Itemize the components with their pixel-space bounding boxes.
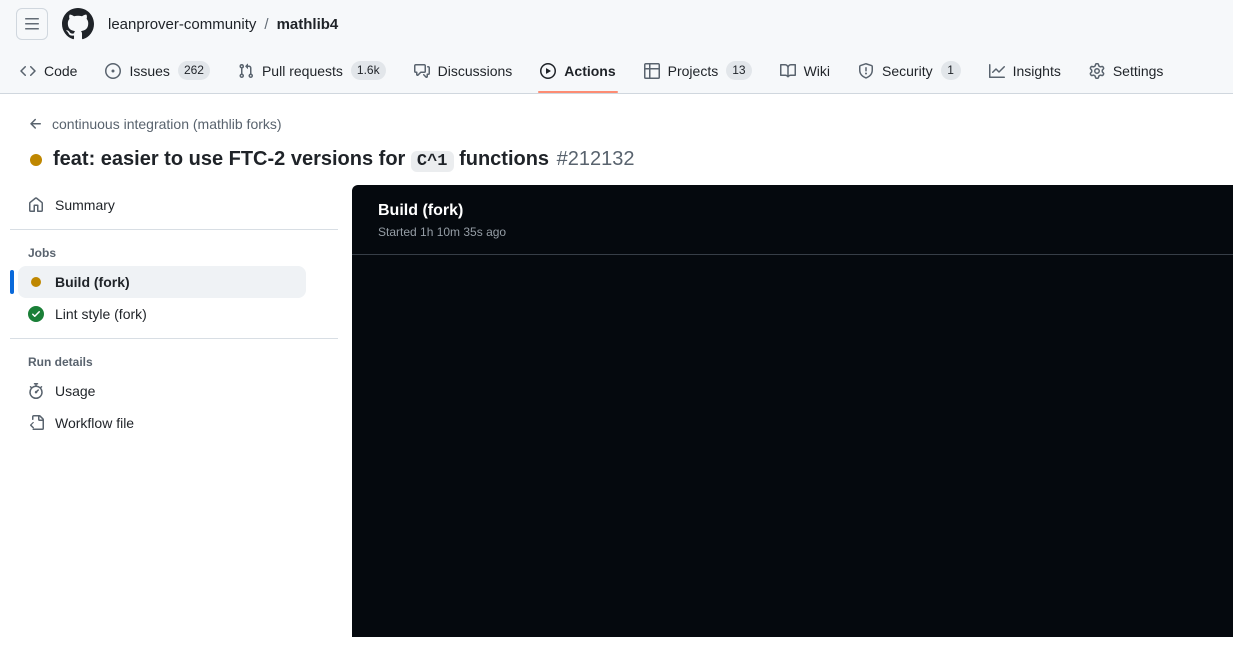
pull-requests-counter-badge: 1.6k (350, 61, 386, 80)
sidebar-item-label: Workflow file (55, 415, 135, 431)
hamburger-menu-button[interactable] (16, 8, 48, 40)
jobs-heading: Jobs (28, 246, 57, 260)
three-bars-icon (24, 16, 40, 32)
tab-projects[interactable]: Projects 13 (634, 48, 762, 93)
run-header: continuous integration (mathlib forks) f… (0, 94, 1233, 185)
git-pull-request-icon (238, 63, 254, 79)
job-label: Build (fork) (55, 274, 130, 290)
breadcrumb-repo-link[interactable]: mathlib4 (277, 16, 339, 33)
selected-job-indicator (10, 270, 14, 294)
log-started-timestamp: Started 1h 10m 35s ago (378, 225, 507, 239)
stopwatch-icon (28, 383, 44, 399)
in-progress-dot-icon (31, 277, 41, 287)
tab-label: Actions (564, 62, 616, 79)
repo-tab-nav: Code Issues 262 Pull requests 1.6k Discu… (0, 48, 1233, 94)
tab-label: Projects (667, 62, 719, 79)
security-counter-badge: 1 (940, 61, 961, 80)
job-item-wrap: Lint style (fork) (10, 298, 306, 330)
sidebar-item-label: Usage (55, 383, 96, 399)
sidebar-job-build-fork[interactable]: Build (fork) (18, 266, 306, 298)
file-code-icon (28, 415, 44, 431)
tab-security[interactable]: Security 1 (848, 48, 971, 93)
run-title-row: feat: easier to use FTC-2 versions for C… (28, 148, 1209, 172)
arrow-left-icon (28, 116, 44, 132)
tab-pull-requests[interactable]: Pull requests 1.6k (228, 48, 396, 93)
sidebar-item-workflow-file[interactable]: Workflow file (18, 407, 338, 439)
sidebar-item-summary[interactable]: Summary (18, 189, 338, 221)
issue-opened-icon (105, 62, 122, 79)
tab-label: Wiki (803, 62, 831, 79)
tab-wiki[interactable]: Wiki (770, 48, 840, 93)
title-code-chip: C^1 (410, 151, 454, 172)
sidebar-divider (10, 338, 338, 339)
issues-counter-badge: 262 (177, 61, 210, 80)
sidebar-job-lint-style-fork[interactable]: Lint style (fork) (18, 298, 306, 330)
github-mark-icon[interactable] (62, 8, 94, 40)
home-icon (28, 197, 44, 213)
job-label: Lint style (fork) (55, 306, 147, 322)
job-log-panel: Build (fork) Started 1h 10m 35s ago (352, 185, 1233, 637)
tab-label: Code (44, 62, 78, 79)
tab-insights[interactable]: Insights (979, 48, 1071, 93)
tab-label: Settings (1112, 62, 1164, 79)
breadcrumb-owner-link[interactable]: leanprover-community (108, 16, 256, 33)
breadcrumb-separator: / (264, 15, 269, 33)
log-header: Build (fork) Started 1h 10m 35s ago (352, 185, 1233, 254)
log-job-title: Build (fork) (378, 202, 464, 219)
tab-settings[interactable]: Settings (1079, 48, 1174, 93)
app-header: leanprover-community / mathlib4 (0, 0, 1233, 48)
tab-actions[interactable]: Actions (530, 48, 625, 93)
sidebar-divider (10, 229, 338, 230)
run-content: Summary Jobs Build (fork) Lint style (fo… (0, 185, 1233, 637)
sidebar-item-usage[interactable]: Usage (18, 375, 338, 407)
tab-label: Discussions (437, 62, 513, 79)
breadcrumb: leanprover-community / mathlib4 (108, 16, 338, 33)
code-icon (20, 63, 36, 79)
tab-label: Pull requests (261, 62, 343, 79)
tab-label: Issues (129, 62, 170, 79)
check-circle-icon (28, 306, 44, 322)
run-number: #212132 (556, 148, 635, 170)
tab-issues[interactable]: Issues 262 (95, 48, 220, 93)
shield-icon (858, 62, 874, 79)
tab-label: Insights (1012, 62, 1061, 79)
log-content[interactable] (352, 255, 1233, 637)
graph-icon (988, 63, 1005, 79)
page-title: feat: easier to use FTC-2 versions for C… (53, 148, 635, 172)
run-details-heading: Run details (28, 355, 93, 369)
job-item-wrap: Build (fork) (10, 266, 306, 298)
book-icon (779, 63, 796, 79)
tab-code[interactable]: Code (10, 48, 87, 93)
tab-label: Security (882, 62, 933, 79)
tab-discussions[interactable]: Discussions (404, 48, 523, 93)
in-progress-dot-icon (30, 153, 42, 166)
comment-discussion-icon (413, 63, 430, 79)
back-link-label: continuous integration (mathlib forks) (52, 116, 282, 132)
sidebar-item-label: Summary (55, 197, 115, 213)
play-icon (540, 62, 557, 79)
gear-icon (1089, 62, 1105, 79)
back-to-workflow-link[interactable]: continuous integration (mathlib forks) (28, 116, 282, 132)
table-icon (643, 62, 660, 79)
projects-counter-badge: 13 (726, 61, 752, 80)
run-sidebar: Summary Jobs Build (fork) Lint style (fo… (0, 185, 352, 439)
